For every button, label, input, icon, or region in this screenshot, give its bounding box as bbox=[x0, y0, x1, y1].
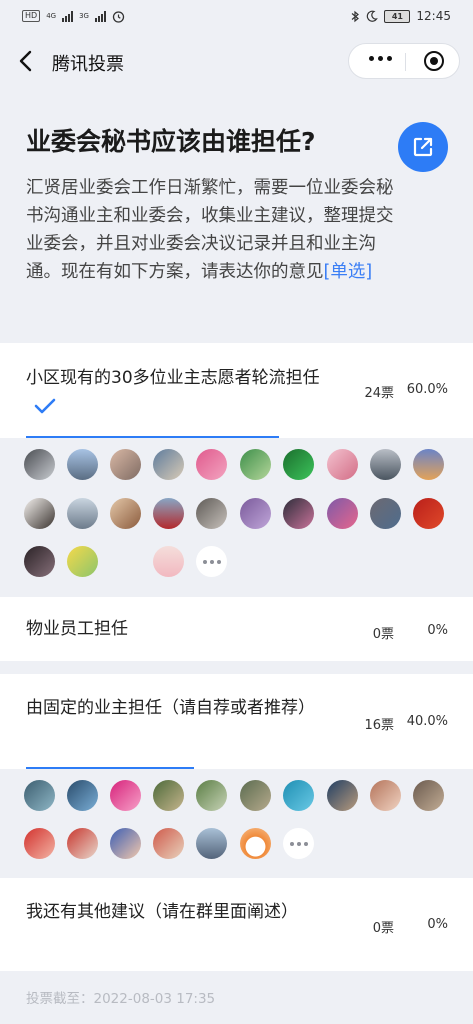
voter-avatar[interactable] bbox=[110, 498, 141, 529]
share-button[interactable] bbox=[398, 122, 448, 172]
voter-avatar[interactable] bbox=[67, 828, 98, 859]
voter-avatar[interactable] bbox=[240, 449, 271, 480]
close-program-icon[interactable] bbox=[424, 51, 444, 71]
checkmark-icon bbox=[34, 398, 56, 414]
option-1-votes: 24票 bbox=[364, 386, 394, 401]
voter-avatar[interactable] bbox=[327, 498, 358, 529]
option-4-percent: 0% bbox=[427, 917, 448, 932]
voter-avatar[interactable] bbox=[327, 449, 358, 480]
voter-avatar[interactable] bbox=[283, 449, 314, 480]
voter-avatar[interactable] bbox=[110, 780, 141, 811]
option-label: 小区现有的30多位业主志愿者轮流担任 bbox=[26, 364, 326, 420]
voter-avatar[interactable] bbox=[153, 780, 184, 811]
option-1-percent: 60.0% bbox=[406, 382, 448, 397]
voter-avatar[interactable] bbox=[110, 449, 141, 480]
poll-option-3[interactable]: 由固定的业主担任（请自荐或者推荐） 16票 40.0% bbox=[0, 674, 473, 769]
share-icon bbox=[413, 137, 433, 157]
nav-bar: 腾讯投票 bbox=[0, 38, 473, 84]
more-voters-icon[interactable] bbox=[196, 546, 227, 577]
voter-avatar[interactable] bbox=[153, 828, 184, 859]
voter-avatar[interactable] bbox=[24, 546, 55, 577]
voter-avatar[interactable] bbox=[67, 546, 98, 577]
option-3-voters bbox=[0, 769, 473, 873]
option-3-percent: 40.0% bbox=[406, 714, 448, 729]
network-3g-indicator: 3G bbox=[79, 12, 89, 20]
poll-deadline: 投票截至：2022-08-03 17:35 bbox=[26, 991, 216, 1007]
voter-avatar[interactable] bbox=[24, 498, 55, 529]
more-options-icon[interactable] bbox=[369, 56, 392, 61]
voter-avatar[interactable] bbox=[283, 498, 314, 529]
option-2-text: 物业员工担任 bbox=[26, 619, 128, 639]
voter-avatar[interactable] bbox=[413, 498, 444, 529]
voter-avatar[interactable] bbox=[240, 780, 271, 811]
voter-avatar[interactable] bbox=[196, 780, 227, 811]
option-3-text: 由固定的业主担任（请自荐或者推荐） bbox=[26, 698, 315, 718]
voter-avatar[interactable] bbox=[110, 828, 141, 859]
option-2-percent: 0% bbox=[427, 623, 448, 638]
voter-avatar[interactable] bbox=[153, 546, 184, 577]
hd-indicator: HD bbox=[22, 10, 41, 22]
voter-avatar[interactable] bbox=[24, 828, 55, 859]
voter-avatar[interactable] bbox=[283, 780, 314, 811]
option-4-votes: 0票 bbox=[372, 921, 394, 936]
back-arrow-icon[interactable] bbox=[16, 48, 38, 74]
voter-avatar[interactable] bbox=[67, 449, 98, 480]
voter-avatar[interactable] bbox=[370, 498, 401, 529]
bluetooth-icon bbox=[352, 10, 360, 22]
voter-avatar[interactable] bbox=[413, 449, 444, 480]
voter-avatar[interactable] bbox=[327, 780, 358, 811]
voter-avatar[interactable] bbox=[240, 828, 271, 859]
voter-avatar[interactable] bbox=[370, 449, 401, 480]
voter-avatar[interactable] bbox=[67, 780, 98, 811]
signal-icon bbox=[62, 10, 74, 22]
network-4g-indicator: 4G bbox=[46, 12, 57, 20]
alarm-icon bbox=[112, 10, 125, 23]
voter-avatar[interactable] bbox=[24, 449, 55, 480]
battery-icon: 41 bbox=[384, 9, 411, 23]
poll-type-tag: [单选] bbox=[323, 262, 373, 282]
option-3-votes: 16票 bbox=[364, 718, 394, 733]
poll-title: 业委会秘书应该由谁担任? bbox=[26, 127, 316, 156]
option-2-votes: 0票 bbox=[372, 627, 394, 642]
signal-icon-2 bbox=[94, 10, 106, 22]
poll-option-4[interactable]: 我还有其他建议（请在群里面阐述） 0票 0% bbox=[0, 878, 473, 971]
voter-avatar[interactable] bbox=[370, 780, 401, 811]
voter-avatar[interactable] bbox=[196, 498, 227, 529]
more-voters-icon[interactable] bbox=[283, 828, 314, 859]
voter-avatar[interactable] bbox=[153, 449, 184, 480]
voter-avatar[interactable] bbox=[153, 498, 184, 529]
option-4-text: 我还有其他建议（请在群里面阐述） bbox=[26, 902, 298, 922]
voter-avatar[interactable] bbox=[413, 780, 444, 811]
voter-avatar[interactable] bbox=[24, 780, 55, 811]
voter-avatar[interactable] bbox=[196, 449, 227, 480]
status-time: 12:45 bbox=[416, 9, 451, 23]
poll-option-2[interactable]: 物业员工担任 0票 0% bbox=[0, 597, 473, 661]
status-bar: HD 4G 3G 41 12:45 bbox=[0, 0, 473, 32]
moon-icon bbox=[367, 10, 379, 22]
option-1-text: 小区现有的30多位业主志愿者轮流担任 bbox=[26, 368, 320, 388]
poll-option-1[interactable]: 小区现有的30多位业主志愿者轮流担任 24票 60.0% bbox=[0, 343, 473, 438]
capsule-divider bbox=[405, 53, 406, 71]
option-1-voters bbox=[0, 438, 473, 590]
voter-avatar[interactable] bbox=[196, 828, 227, 859]
voter-avatar[interactable] bbox=[67, 498, 98, 529]
mini-program-capsule bbox=[348, 43, 460, 79]
poll-description: 汇贤居业委会工作日渐繁忙，需要一位业委会秘书沟通业主和业委会，收集业主建议，整理… bbox=[26, 174, 398, 286]
nav-title: 腾讯投票 bbox=[52, 54, 124, 75]
voter-avatar[interactable] bbox=[240, 498, 271, 529]
